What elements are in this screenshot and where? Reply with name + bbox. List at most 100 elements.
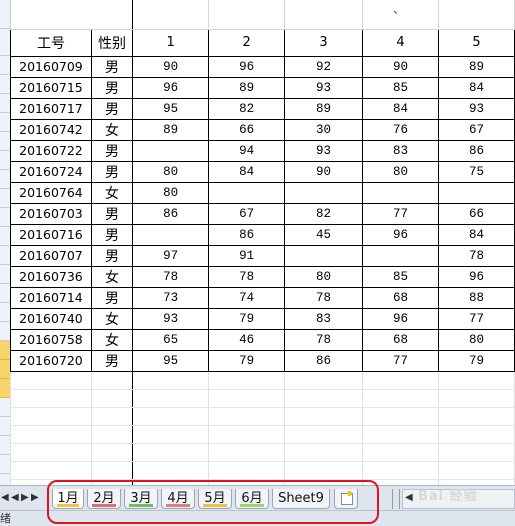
- blank-cell[interactable]: [10, 0, 92, 30]
- row-header[interactable]: [0, 94, 10, 113]
- score-cell[interactable]: 77: [437, 307, 515, 330]
- blank-cell[interactable]: [208, 388, 286, 408]
- blank-cell[interactable]: [132, 370, 210, 390]
- blank-cell[interactable]: [437, 442, 515, 462]
- employee-id-cell[interactable]: 20160722: [10, 139, 92, 162]
- blank-cell[interactable]: [90, 442, 134, 462]
- gender-cell[interactable]: 男: [90, 139, 134, 162]
- score-cell[interactable]: 96: [361, 307, 439, 330]
- score-cell[interactable]: 95: [132, 97, 210, 120]
- first-sheet-icon[interactable]: ◀: [1, 492, 9, 503]
- sheet-tab[interactable]: 3月: [124, 489, 158, 509]
- blank-cell[interactable]: [90, 406, 134, 426]
- score-cell[interactable]: 79: [208, 349, 286, 372]
- blank-cell[interactable]: [90, 388, 134, 408]
- score-cell[interactable]: 68: [361, 328, 439, 351]
- score-cell[interactable]: 92: [284, 55, 363, 78]
- blank-cell[interactable]: [132, 406, 210, 426]
- score-cell[interactable]: 78: [437, 244, 515, 267]
- score-cell[interactable]: 90: [284, 160, 363, 183]
- score-cell[interactable]: 96: [132, 76, 210, 99]
- score-cell[interactable]: 67: [437, 118, 515, 141]
- score-cell[interactable]: 82: [208, 97, 286, 120]
- insert-sheet-button[interactable]: [334, 489, 358, 509]
- blank-cell[interactable]: [90, 460, 134, 480]
- blank-cell[interactable]: [437, 0, 515, 30]
- score-cell[interactable]: 84: [437, 76, 515, 99]
- employee-id-cell[interactable]: 20160709: [10, 55, 92, 78]
- blank-cell[interactable]: [361, 406, 439, 426]
- score-cell[interactable]: 77: [361, 202, 439, 225]
- employee-id-cell[interactable]: 20160703: [10, 202, 92, 225]
- blank-cell[interactable]: [208, 424, 286, 444]
- blank-cell[interactable]: [361, 370, 439, 390]
- blank-cell[interactable]: [10, 424, 92, 444]
- sheet-tab[interactable]: 6月: [235, 489, 269, 509]
- score-cell[interactable]: 65: [132, 328, 210, 351]
- score-cell[interactable]: 73: [132, 286, 210, 309]
- row-header[interactable]: [0, 455, 10, 474]
- sheet-tab[interactable]: 2月: [87, 489, 121, 509]
- employee-id-cell[interactable]: 20160720: [10, 349, 92, 372]
- blank-cell[interactable]: [132, 0, 210, 30]
- score-cell[interactable]: 80: [132, 181, 210, 204]
- score-cell[interactable]: 78: [208, 265, 286, 288]
- blank-cell[interactable]: [208, 406, 286, 426]
- tab-splitter-handle[interactable]: [392, 489, 400, 509]
- gender-cell[interactable]: 女: [90, 328, 134, 351]
- sheet-tab[interactable]: 5月: [198, 489, 232, 509]
- score-cell[interactable]: 96: [208, 55, 286, 78]
- score-cell[interactable]: 83: [361, 139, 439, 162]
- employee-id-cell[interactable]: 20160715: [10, 76, 92, 99]
- blank-cell[interactable]: [10, 460, 92, 480]
- score-cell[interactable]: 80: [437, 328, 515, 351]
- blank-cell[interactable]: [90, 424, 134, 444]
- score-cell[interactable]: 93: [284, 139, 363, 162]
- score-cell[interactable]: 85: [361, 265, 439, 288]
- row-header[interactable]: [0, 265, 10, 284]
- score-cell[interactable]: [361, 181, 439, 204]
- blank-cell[interactable]: [361, 424, 439, 444]
- blank-cell[interactable]: [208, 0, 286, 30]
- score-cell[interactable]: 86: [437, 139, 515, 162]
- row-header[interactable]: [0, 341, 10, 360]
- score-cell[interactable]: 90: [361, 55, 439, 78]
- score-cell[interactable]: 80: [132, 160, 210, 183]
- row-header[interactable]: [0, 132, 10, 151]
- blank-cell[interactable]: [208, 442, 286, 462]
- employee-id-cell[interactable]: 20160736: [10, 265, 92, 288]
- employee-id-cell[interactable]: 20160716: [10, 223, 92, 246]
- score-cell[interactable]: [284, 244, 363, 267]
- blank-cell[interactable]: [91, 0, 134, 30]
- row-header[interactable]: [0, 170, 10, 189]
- row-header[interactable]: [0, 189, 10, 208]
- row-header[interactable]: [0, 417, 10, 436]
- score-cell[interactable]: 80: [284, 265, 363, 288]
- blank-cell[interactable]: [437, 424, 515, 444]
- score-cell[interactable]: 89: [132, 118, 210, 141]
- blank-cell[interactable]: [10, 442, 92, 462]
- header-id-cell[interactable]: 工号: [10, 28, 92, 57]
- score-cell[interactable]: 46: [208, 328, 286, 351]
- employee-id-cell[interactable]: 20160724: [10, 160, 92, 183]
- gender-cell[interactable]: 男: [90, 76, 134, 99]
- blank-cell[interactable]: [132, 460, 210, 480]
- score-cell[interactable]: [132, 223, 210, 246]
- sheet-tab[interactable]: Sheet9: [272, 489, 330, 509]
- header-month-cell[interactable]: 4: [361, 28, 439, 57]
- blank-cell[interactable]: [284, 370, 363, 390]
- score-cell[interactable]: 67: [208, 202, 286, 225]
- gender-cell[interactable]: 男: [90, 202, 134, 225]
- employee-id-cell[interactable]: 20160707: [10, 244, 92, 267]
- blank-cell[interactable]: [437, 460, 515, 480]
- employee-id-cell[interactable]: 20160764: [10, 181, 92, 204]
- row-header[interactable]: [0, 284, 10, 303]
- score-cell[interactable]: 68: [361, 286, 439, 309]
- blank-cell[interactable]: [361, 0, 439, 30]
- score-cell[interactable]: 91: [208, 244, 286, 267]
- row-header[interactable]: [0, 246, 10, 265]
- score-cell[interactable]: 79: [437, 349, 515, 372]
- score-cell[interactable]: 97: [132, 244, 210, 267]
- score-cell[interactable]: 93: [437, 97, 515, 120]
- employee-id-cell[interactable]: 20160714: [10, 286, 92, 309]
